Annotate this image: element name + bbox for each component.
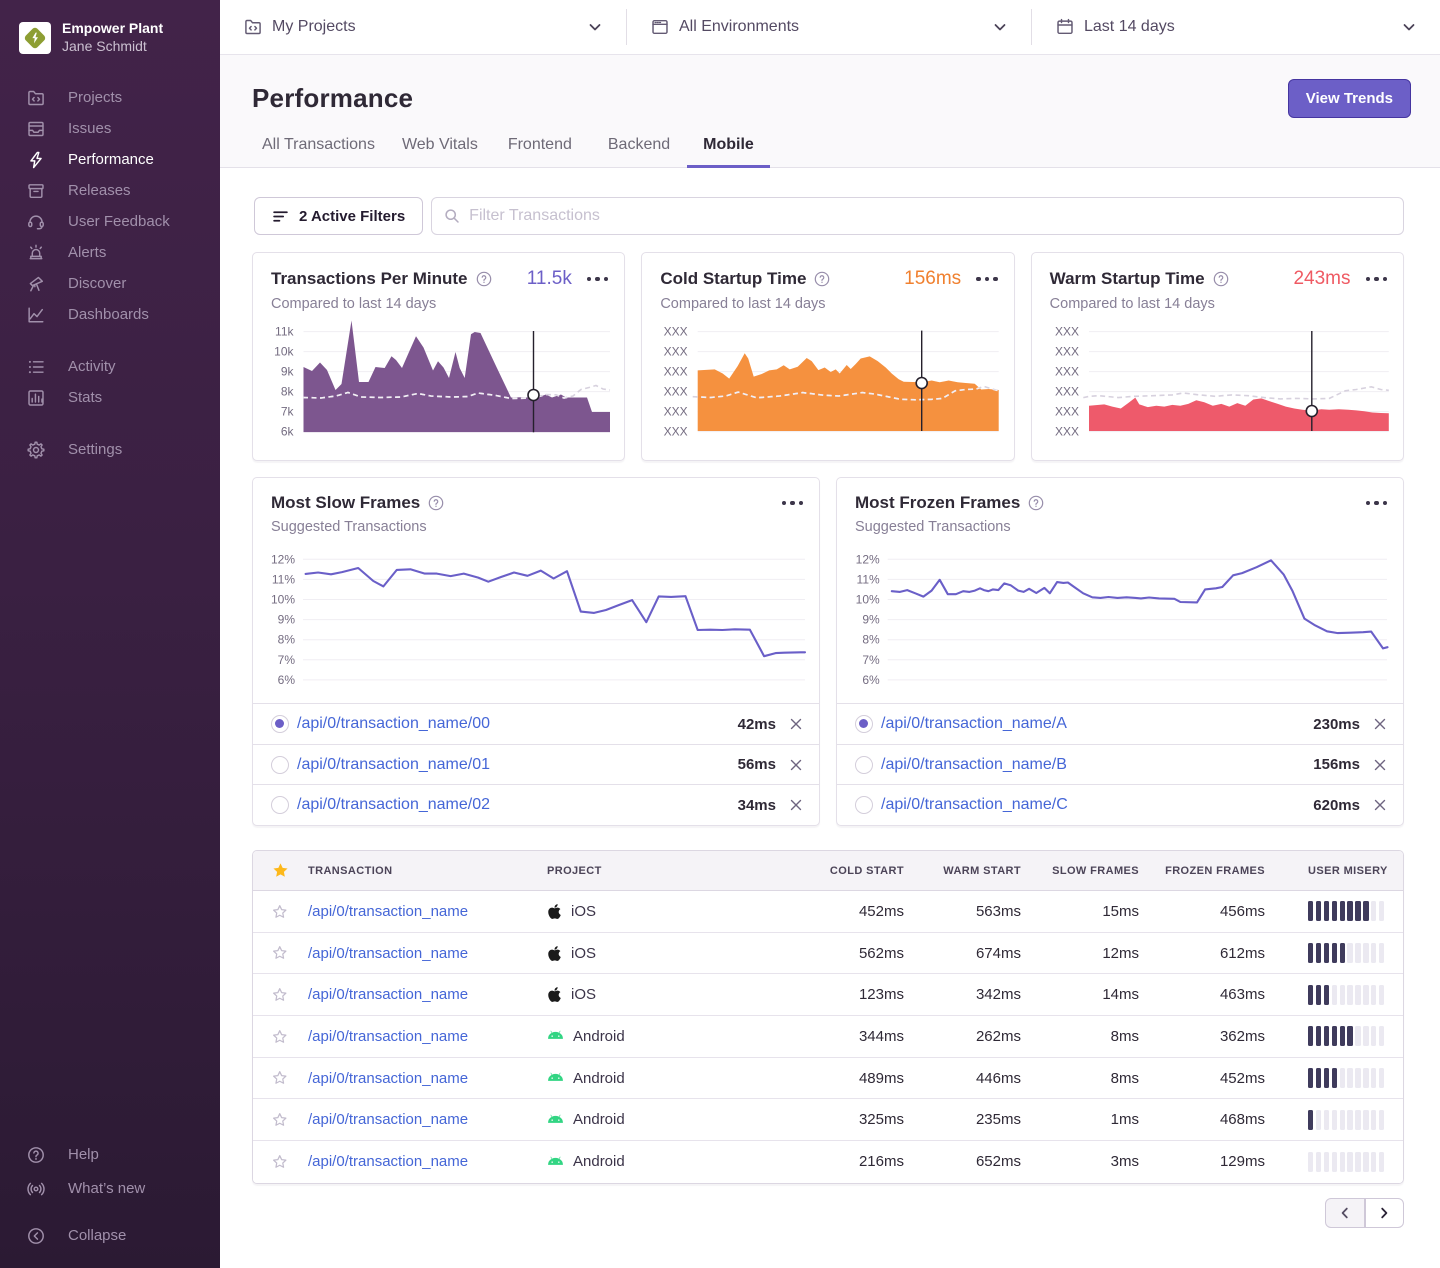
svg-text:XXX: XXX bbox=[1055, 405, 1079, 419]
svg-text:XXX: XXX bbox=[1055, 365, 1079, 379]
svg-text:7%: 7% bbox=[862, 653, 880, 667]
svg-text:10%: 10% bbox=[856, 593, 880, 607]
svg-text:XXX: XXX bbox=[1055, 325, 1079, 339]
svg-text:11%: 11% bbox=[272, 572, 295, 586]
svg-text:8%: 8% bbox=[862, 633, 880, 647]
svg-text:12%: 12% bbox=[856, 552, 880, 566]
svg-text:11k: 11k bbox=[275, 325, 294, 339]
svg-text:10k: 10k bbox=[274, 345, 294, 359]
svg-text:XXX: XXX bbox=[1055, 345, 1079, 359]
svg-text:XXX: XXX bbox=[664, 425, 688, 439]
svg-text:12%: 12% bbox=[271, 552, 295, 566]
svg-text:XXX: XXX bbox=[664, 365, 688, 379]
svg-text:XXX: XXX bbox=[1055, 425, 1079, 439]
svg-text:10%: 10% bbox=[271, 593, 295, 607]
svg-text:6%: 6% bbox=[278, 673, 296, 687]
svg-text:11%: 11% bbox=[857, 572, 880, 586]
svg-text:7%: 7% bbox=[278, 653, 296, 667]
svg-text:9%: 9% bbox=[862, 613, 880, 627]
svg-text:9k: 9k bbox=[281, 365, 295, 379]
svg-text:7k: 7k bbox=[281, 405, 295, 419]
svg-text:XXX: XXX bbox=[664, 405, 688, 419]
svg-text:8k: 8k bbox=[281, 385, 295, 399]
svg-text:XXX: XXX bbox=[664, 345, 688, 359]
svg-text:XXX: XXX bbox=[664, 385, 688, 399]
svg-text:XXX: XXX bbox=[1055, 385, 1079, 399]
svg-text:9%: 9% bbox=[278, 613, 296, 627]
svg-text:6%: 6% bbox=[862, 673, 880, 687]
svg-text:8%: 8% bbox=[278, 633, 296, 647]
svg-text:XXX: XXX bbox=[664, 325, 688, 339]
svg-text:6k: 6k bbox=[281, 425, 295, 439]
